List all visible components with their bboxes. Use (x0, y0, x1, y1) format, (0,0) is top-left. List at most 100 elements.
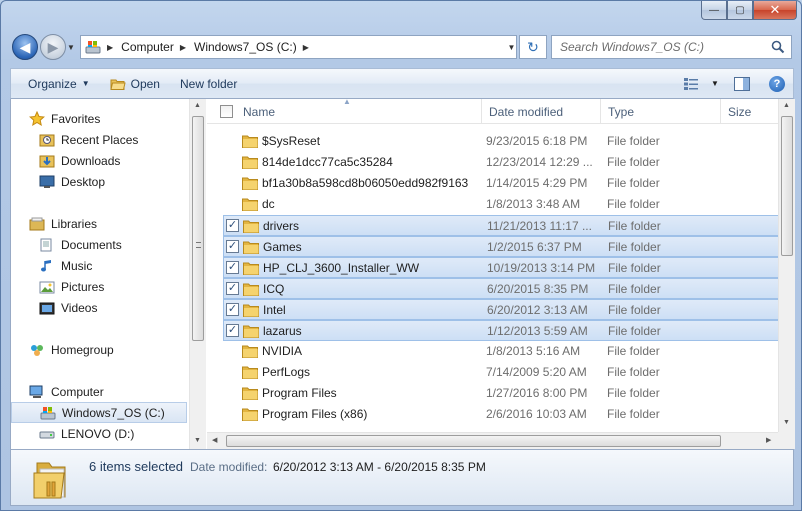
folder-icon (243, 304, 259, 317)
file-row[interactable]: ✓ Intel 6/20/2012 3:13 AM File folder (223, 299, 779, 320)
file-row[interactable]: $SysReset 9/23/2015 6:18 PM File folder (223, 131, 779, 152)
forward-button[interactable]: ▶ (40, 34, 66, 60)
file-row[interactable]: Program Files (x86) 2/6/2016 10:03 AM File… (223, 404, 779, 425)
row-checkbox[interactable]: ✓ (226, 303, 239, 316)
navigation-pane[interactable]: Favorites Recent Places Downloads Desktop Li… (11, 99, 189, 449)
file-row[interactable]: ✓ HP_CLJ_3600_Installer_WW 10/19/2013 3:14… (223, 257, 779, 278)
file-date-modified: 1/8/2013 3:48 AM (486, 197, 581, 211)
file-row[interactable]: Program Files 1/27/2016 8:00 PM File folde… (223, 383, 779, 404)
breadcrumb-separator[interactable]: ▶ (303, 43, 309, 52)
nav-item-documents[interactable]: Documents (11, 234, 187, 255)
scroll-left-icon[interactable]: ◀ (212, 436, 217, 444)
row-checkbox[interactable]: ✓ (226, 240, 239, 253)
search-box[interactable] (551, 35, 792, 59)
recent-pages-button[interactable]: ▼ (67, 43, 75, 52)
breadcrumb-drive[interactable]: Windows7_OS (C:) ▶ (194, 40, 309, 54)
folder-icon (242, 135, 258, 148)
scroll-down-icon[interactable]: ▼ (783, 419, 790, 426)
nav-item-music[interactable]: Music (11, 255, 187, 276)
nav-item-videos[interactable]: Videos (11, 297, 187, 318)
back-button[interactable]: ◀ (12, 34, 38, 60)
minimize-button[interactable]: — (701, 1, 727, 20)
open-folder-icon (109, 79, 126, 90)
folder-icon (242, 177, 258, 190)
row-checkbox[interactable]: ✓ (226, 282, 239, 295)
nav-item-downloads[interactable]: Downloads (11, 150, 187, 171)
breadcrumb-computer[interactable]: Computer ▶ (121, 40, 186, 54)
file-name: Program Files (262, 386, 337, 400)
file-name: lazarus (263, 324, 302, 338)
breadcrumb-separator[interactable]: ▶ (107, 43, 113, 52)
nav-item-windows7-os-c[interactable]: Windows7_OS (C:) (11, 402, 187, 423)
file-row[interactable]: PerfLogs 7/14/2009 5:20 AM File folder (223, 362, 779, 383)
file-row[interactable]: ✓ lazarus 1/12/2013 5:59 AM File folder (223, 320, 779, 341)
explorer-window: — ▢ ✕ ◀ ▶ ▼ ▶ Computer ▶ Windows7_OS (C:… (0, 0, 802, 511)
nav-item-lenovo-d[interactable]: LENOVO (D:) (11, 423, 187, 444)
file-date-modified: 6/20/2015 8:35 PM (487, 282, 589, 296)
chevron-down-icon: ▼ (67, 43, 75, 52)
organize-button[interactable]: Organize ▼ (11, 69, 100, 98)
column-type[interactable]: Type (601, 99, 721, 124)
maximize-button[interactable]: ▢ (727, 1, 753, 20)
new-folder-button[interactable]: New folder (170, 69, 247, 98)
file-date-modified: 2/6/2016 10:03 AM (486, 407, 587, 421)
more-views-button[interactable]: ▼ (707, 69, 723, 98)
file-row[interactable]: bf1a30b8a598cd8b06050edd982f9163 1/14/201… (223, 173, 779, 194)
column-size[interactable]: Size (721, 99, 779, 124)
selection-count: 6 items selected (89, 459, 183, 474)
nav-item-computer[interactable]: Computer (11, 381, 187, 402)
scroll-down-icon[interactable]: ▼ (194, 437, 201, 444)
file-row[interactable]: ✓ Games 1/2/2015 6:37 PM File folder (223, 236, 779, 257)
nav-item-homegroup[interactable]: Homegroup (11, 339, 187, 360)
nav-item-desktop[interactable]: Desktop (11, 171, 187, 192)
column-name[interactable]: Name (236, 99, 482, 124)
file-row[interactable]: ✓ ICQ 6/20/2015 8:35 PM File folder (223, 278, 779, 299)
search-input[interactable] (560, 40, 760, 54)
preview-pane-button[interactable] (723, 69, 761, 98)
file-row[interactable]: dc 1/8/2013 3:48 AM File folder (223, 194, 779, 215)
scroll-up-icon[interactable]: ▲ (783, 102, 790, 109)
nav-item-label: Favorites (51, 111, 101, 126)
nav-item-pictures[interactable]: Pictures (11, 276, 187, 297)
file-list-horizontal-scrollbar[interactable]: ◀ ▶ (207, 432, 778, 449)
file-row[interactable]: ✓ drivers 11/21/2013 11:17 ... File folder (223, 215, 779, 236)
address-row: ◀ ▶ ▼ ▶ Computer ▶ Windows7_OS (C:) ▶ ▼ … (1, 31, 801, 63)
breadcrumb-separator[interactable]: ▶ (180, 43, 186, 52)
file-type: File folder (607, 197, 660, 211)
nav-item-favorites[interactable]: Favorites (11, 108, 187, 129)
address-dropdown-button[interactable]: ▼ (504, 35, 519, 59)
recent-places-icon (39, 134, 55, 146)
row-checkbox[interactable]: ✓ (226, 324, 239, 337)
search-icon[interactable] (771, 40, 785, 54)
file-row[interactable]: NVIDIA 1/8/2013 5:16 AM File folder (223, 341, 779, 362)
view-list-icon (684, 77, 698, 90)
refresh-button[interactable]: ↻ (519, 35, 547, 59)
navigation-scrollbar-thumb[interactable] (192, 116, 204, 341)
help-button[interactable]: ? (761, 69, 793, 98)
row-checkbox[interactable]: ✓ (226, 261, 239, 274)
nav-item-libraries[interactable]: Libraries (11, 213, 187, 234)
address-bar[interactable]: ▶ Computer ▶ Windows7_OS (C:) ▶ (80, 35, 517, 59)
vertical-scrollbar-thumb[interactable] (781, 116, 793, 256)
change-view-button[interactable] (675, 69, 707, 98)
open-button[interactable]: Open (100, 69, 170, 98)
nav-item-label: Documents (61, 237, 122, 252)
documents-icon (40, 238, 52, 251)
file-row[interactable]: 814de1dcc77ca5c35284 12/23/2014 12:29 ...… (223, 152, 779, 173)
scroll-up-icon[interactable]: ▲ (194, 102, 201, 109)
details-pane: 6 items selected Date modified: 6/20/201… (10, 450, 794, 506)
nav-item-recent-places[interactable]: Recent Places (11, 129, 187, 150)
horizontal-scrollbar-thumb[interactable] (226, 435, 721, 447)
select-all-checkbox[interactable] (220, 105, 233, 118)
row-checkbox[interactable]: ✓ (226, 219, 239, 232)
file-type: File folder (607, 134, 660, 148)
close-button[interactable]: ✕ (753, 1, 797, 20)
nav-item-label: Computer (51, 384, 104, 399)
caption-buttons: — ▢ ✕ (701, 1, 797, 20)
chevron-down-icon: ▼ (81, 79, 90, 88)
file-list-vertical-scrollbar[interactable]: ▲ ▼ (778, 99, 795, 432)
nav-item-label: Desktop (61, 174, 106, 189)
column-date-modified[interactable]: Date modified (482, 99, 601, 124)
scroll-right-icon[interactable]: ▶ (766, 436, 771, 444)
navigation-scrollbar[interactable]: ▲ ▼ (189, 99, 206, 449)
